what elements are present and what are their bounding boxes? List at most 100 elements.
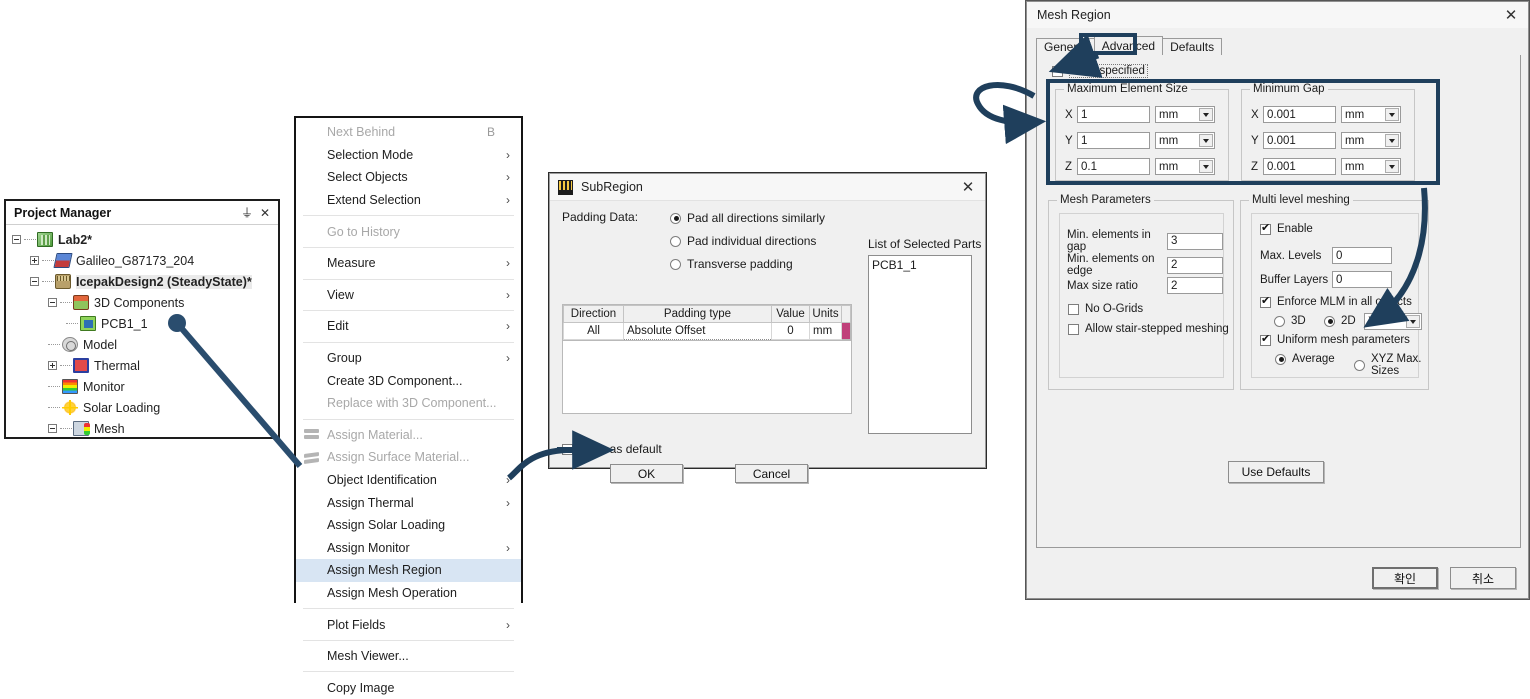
max-levels-label: Max. Levels	[1260, 249, 1322, 262]
confirm-button[interactable]: 확인	[1372, 567, 1438, 589]
cancel-button[interactable]: Cancel	[735, 464, 808, 483]
menu-separator	[303, 418, 514, 420]
min-elements-on-edge-input[interactable]: 2	[1167, 256, 1223, 274]
menu-item-replace-with-3d-component: Replace with 3D Component...	[296, 392, 521, 415]
menu-item-go-to-history: Go to History	[296, 220, 521, 243]
save-as-default-checkbox[interactable]: Save as default	[562, 442, 662, 456]
chevron-down-icon[interactable]	[1406, 315, 1420, 328]
tree-item-monitor[interactable]: Monitor	[12, 376, 278, 397]
list-item[interactable]: PCB1_1	[872, 258, 968, 272]
menu-item-assign-mesh-region[interactable]: Assign Mesh Region	[296, 559, 521, 582]
max-levels-input[interactable]: 0	[1332, 247, 1392, 264]
pin-icon[interactable]: ⏚	[238, 204, 256, 221]
menu-item-assign-mesh-operation[interactable]: Assign Mesh Operation	[296, 582, 521, 605]
radio-icon	[1324, 315, 1335, 327]
uniform-mesh-parameters-checkbox[interactable]: Uniform mesh parameters	[1260, 333, 1410, 346]
close-icon[interactable]: ✕	[1500, 6, 1522, 24]
menu-item-assign-thermal[interactable]: Assign Thermal ›	[296, 491, 521, 514]
menu-item-label: Assign Surface Material...	[327, 450, 470, 465]
min-elements-in-gap-input[interactable]: 3	[1167, 232, 1223, 250]
tree-connector	[66, 323, 78, 324]
collapse-icon[interactable]	[30, 277, 39, 286]
menu-item-label: Replace with 3D Component...	[327, 396, 497, 411]
subregion-title: SubRegion	[581, 180, 643, 194]
radio-icon	[1354, 359, 1365, 371]
tree-connector	[42, 260, 54, 261]
close-icon[interactable]: ✕	[957, 178, 979, 196]
close-icon[interactable]: ✕	[256, 206, 274, 220]
menu-item-measure[interactable]: Measure ›	[296, 252, 521, 275]
uniform-average-radio[interactable]: Average	[1275, 353, 1335, 365]
list-of-selected-parts[interactable]: PCB1_1	[868, 255, 972, 434]
thermal-icon	[73, 358, 89, 373]
menu-item-mesh-viewer[interactable]: Mesh Viewer...	[296, 645, 521, 668]
chevron-right-icon: ›	[506, 170, 510, 185]
monitor-icon	[62, 379, 78, 394]
collapse-icon[interactable]	[12, 235, 21, 244]
menu-item-label: View	[327, 287, 354, 302]
menu-item-label: Select Objects	[327, 170, 408, 185]
menu-item-label: Assign Monitor	[327, 540, 410, 555]
padding-table[interactable]: Direction Padding type Value Units All A…	[562, 304, 852, 341]
collapse-icon[interactable]	[48, 298, 57, 307]
menu-item-shortcut: B	[486, 125, 495, 140]
enforce-mlm-checkbox[interactable]: Enforce MLM in all objects	[1260, 295, 1412, 308]
allow-stair-stepped-meshing-checkbox[interactable]: Allow stair-stepped meshing	[1068, 323, 1229, 335]
radio-pad-individual-directions[interactable]: Pad individual directions	[670, 232, 825, 250]
menu-item-extend-selection[interactable]: Extend Selection ›	[296, 189, 521, 212]
max-levels-row: Max. Levels 0	[1260, 247, 1392, 264]
tree-item-mesh[interactable]: Mesh	[12, 418, 278, 437]
cell-units[interactable]: mm	[809, 322, 842, 340]
radio-transverse-padding[interactable]: Transverse padding	[670, 255, 825, 273]
buffer-layers-input[interactable]: 0	[1332, 271, 1392, 288]
ok-button[interactable]: OK	[610, 464, 683, 483]
menu-item-selection-mode[interactable]: Selection Mode ›	[296, 144, 521, 167]
use-defaults-button[interactable]: Use Defaults	[1228, 461, 1324, 483]
no-o-grids-checkbox[interactable]: No O-Grids	[1068, 303, 1143, 315]
tree-item-galileo-g87173-204[interactable]: Galileo_G87173_204	[12, 250, 278, 271]
menu-item-copy-image[interactable]: Copy Image	[296, 676, 521, 699]
mlm-enable-checkbox[interactable]: Enable	[1260, 222, 1313, 235]
expand-icon[interactable]	[48, 361, 57, 370]
uniform-xyz-max-sizes-radio[interactable]: XYZ Max. Sizes	[1354, 353, 1428, 377]
tree-item-thermal[interactable]: Thermal	[12, 355, 278, 376]
tree-item-solar-loading[interactable]: Solar Loading	[12, 397, 278, 418]
radio-icon	[1274, 315, 1285, 327]
menu-item-object-identification[interactable]: Object Identification ›	[296, 469, 521, 492]
menu-item-label: Extend Selection	[327, 193, 421, 208]
user-specified-checkbox[interactable]: User specified	[1052, 64, 1148, 78]
table-header-row: Direction Padding type Value Units	[563, 305, 851, 323]
menu-item-group[interactable]: Group ›	[296, 347, 521, 370]
tree-item-icepakdesign2-steadystate[interactable]: IcepakDesign2 (SteadyState)*	[12, 271, 278, 292]
cell-value[interactable]: 0	[771, 322, 810, 340]
min-elements-on-edge-row: Min. elements on edge 2	[1067, 253, 1223, 277]
tree-item-lab2[interactable]: Lab2*	[12, 229, 278, 250]
menu-item-assign-solar-loading[interactable]: Assign Solar Loading	[296, 514, 521, 537]
mesh-region-cancel-button[interactable]: 취소	[1450, 567, 1516, 589]
tree-item-model[interactable]: Model	[12, 334, 278, 355]
max-size-ratio-row: Max size ratio 2	[1067, 277, 1223, 294]
expand-icon[interactable]	[30, 256, 39, 265]
menu-item-plot-fields[interactable]: Plot Fields ›	[296, 613, 521, 636]
cell-padding-type[interactable]: Absolute Offset	[623, 322, 772, 340]
tree-item-label: Mesh	[94, 421, 125, 436]
menu-item-view[interactable]: View ›	[296, 284, 521, 307]
menu-item-edit[interactable]: Edit ›	[296, 315, 521, 338]
tree-item-label: Lab2*	[58, 232, 93, 247]
object-context-menu[interactable]: Next Behind B Selection Mode › Select Object…	[294, 116, 523, 695]
tree-item-pcb1-1[interactable]: PCB1_1	[12, 313, 278, 334]
checkbox-icon	[1260, 333, 1271, 346]
cell-direction[interactable]: All	[563, 322, 624, 340]
mlm-3d-radio[interactable]: 3D	[1274, 315, 1306, 327]
menu-item-assign-monitor[interactable]: Assign Monitor ›	[296, 537, 521, 560]
mlm-plane-select[interactable]: XY	[1364, 313, 1422, 330]
mlm-2d-radio[interactable]: 2D	[1324, 315, 1356, 327]
max-size-ratio-input[interactable]: 2	[1167, 277, 1223, 294]
tree-item-3d-components[interactable]: 3D Components	[12, 292, 278, 313]
collapse-icon[interactable]	[48, 424, 57, 433]
menu-item-select-objects[interactable]: Select Objects ›	[296, 166, 521, 189]
radio-pad-all-directions[interactable]: Pad all directions similarly	[670, 209, 825, 227]
galileo-icon	[53, 253, 73, 268]
tab-defaults[interactable]: Defaults	[1162, 38, 1223, 55]
menu-item-create-3d-component[interactable]: Create 3D Component...	[296, 369, 521, 392]
